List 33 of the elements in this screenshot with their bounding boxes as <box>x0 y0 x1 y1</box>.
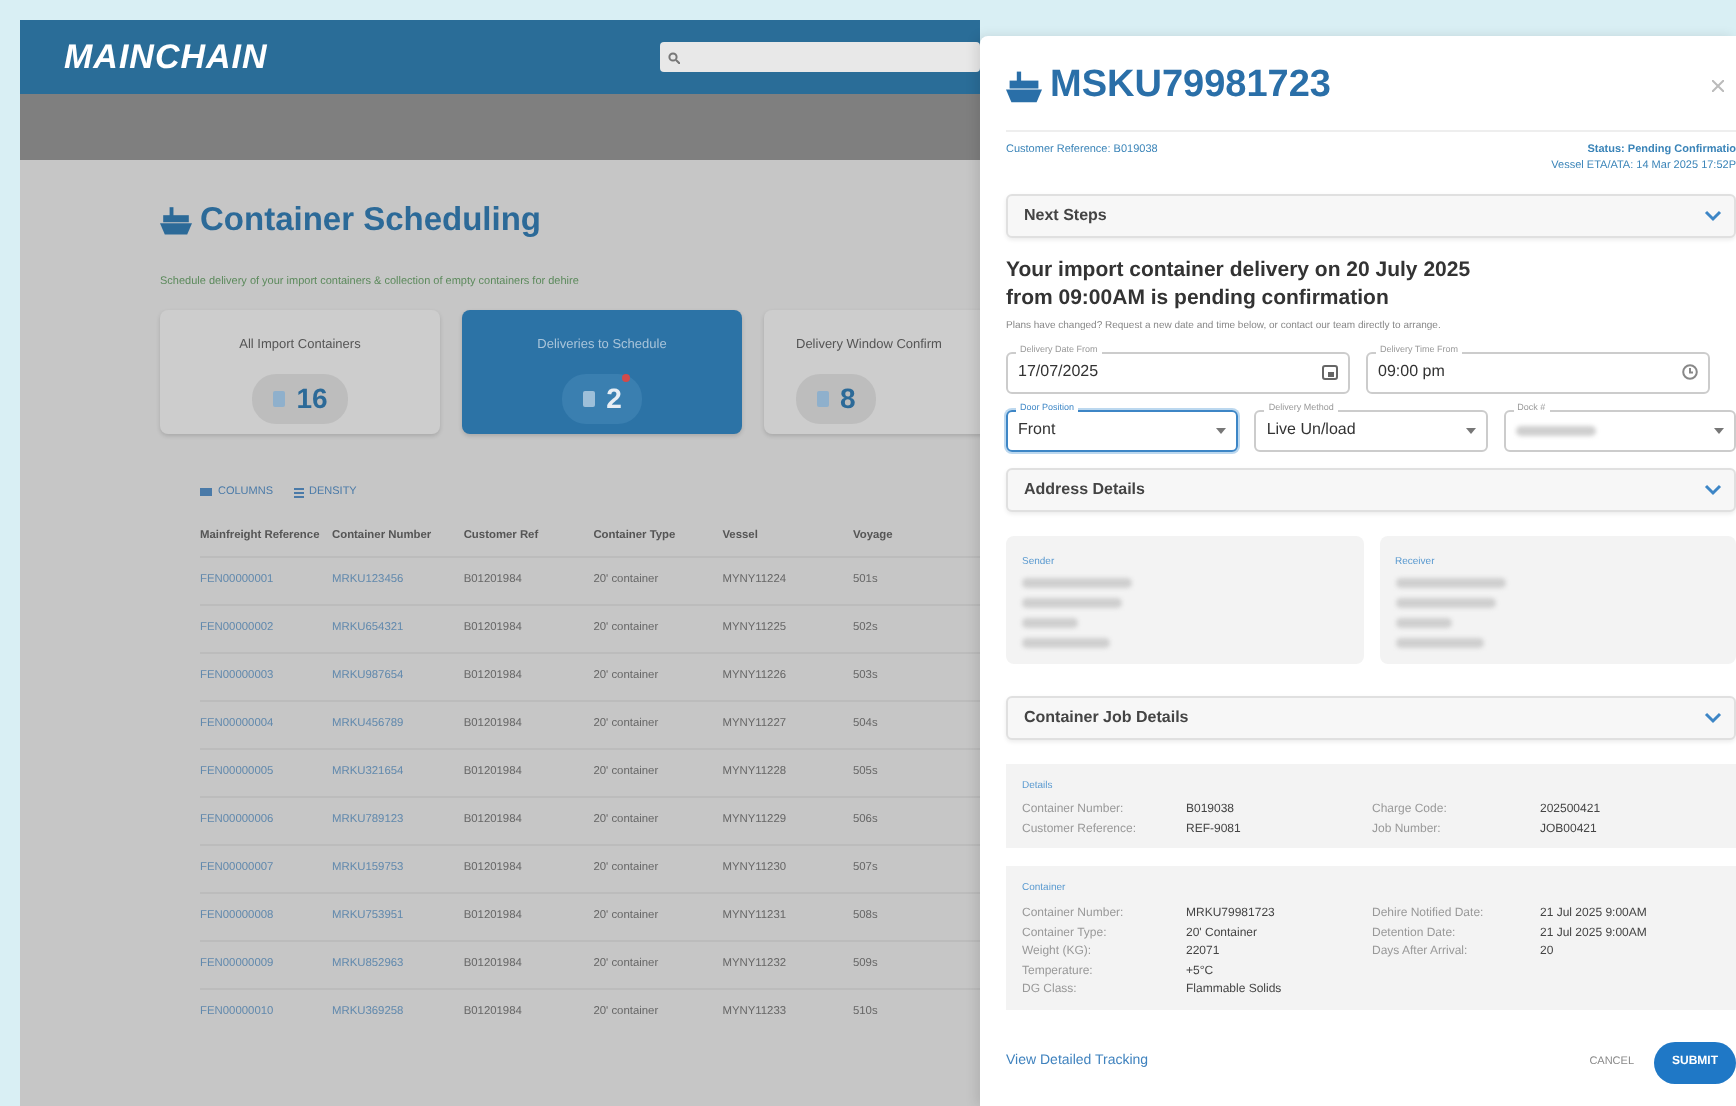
redacted-text <box>1395 638 1483 649</box>
accordion-header[interactable]: Container Job Details <box>1006 695 1736 740</box>
calendar-icon <box>1322 364 1338 381</box>
redacted-text <box>1022 598 1122 609</box>
document-icon <box>272 389 287 408</box>
count-value: 16 <box>296 379 328 418</box>
caret-icon <box>1216 427 1227 434</box>
document-icon <box>816 389 830 408</box>
search-icon <box>668 51 680 63</box>
drawer-title: MSKU79981723 <box>1050 62 1331 110</box>
search-field[interactable] <box>660 42 980 72</box>
density-icon <box>293 487 304 498</box>
redacted-text <box>1395 598 1495 609</box>
redacted-text <box>1395 578 1505 589</box>
count-value: 2 <box>606 379 622 418</box>
caret-icon <box>1713 427 1724 434</box>
clock-icon <box>1682 364 1698 381</box>
count-value: 8 <box>840 379 856 418</box>
close-icon[interactable] <box>1712 80 1724 93</box>
caret-icon <box>1465 427 1476 434</box>
logo: MAINCHAIN <box>64 35 268 80</box>
document-icon <box>582 389 597 408</box>
accordion-header[interactable]: Next Steps <box>1006 194 1736 238</box>
ship-icon <box>1006 68 1042 105</box>
columns-icon <box>200 488 212 497</box>
redacted-text <box>1395 618 1451 629</box>
redacted-text <box>1022 578 1132 589</box>
accordion-header[interactable]: Address Details <box>1006 467 1736 512</box>
ship-icon <box>160 204 192 237</box>
page-title: Container Scheduling <box>200 200 542 242</box>
redacted-text <box>1022 638 1110 649</box>
redacted-text <box>1022 618 1078 629</box>
confirmation-heading: Your import container delivery on 20 July 2025 from 09:00AM is pending confirmation <box>1006 258 1473 313</box>
